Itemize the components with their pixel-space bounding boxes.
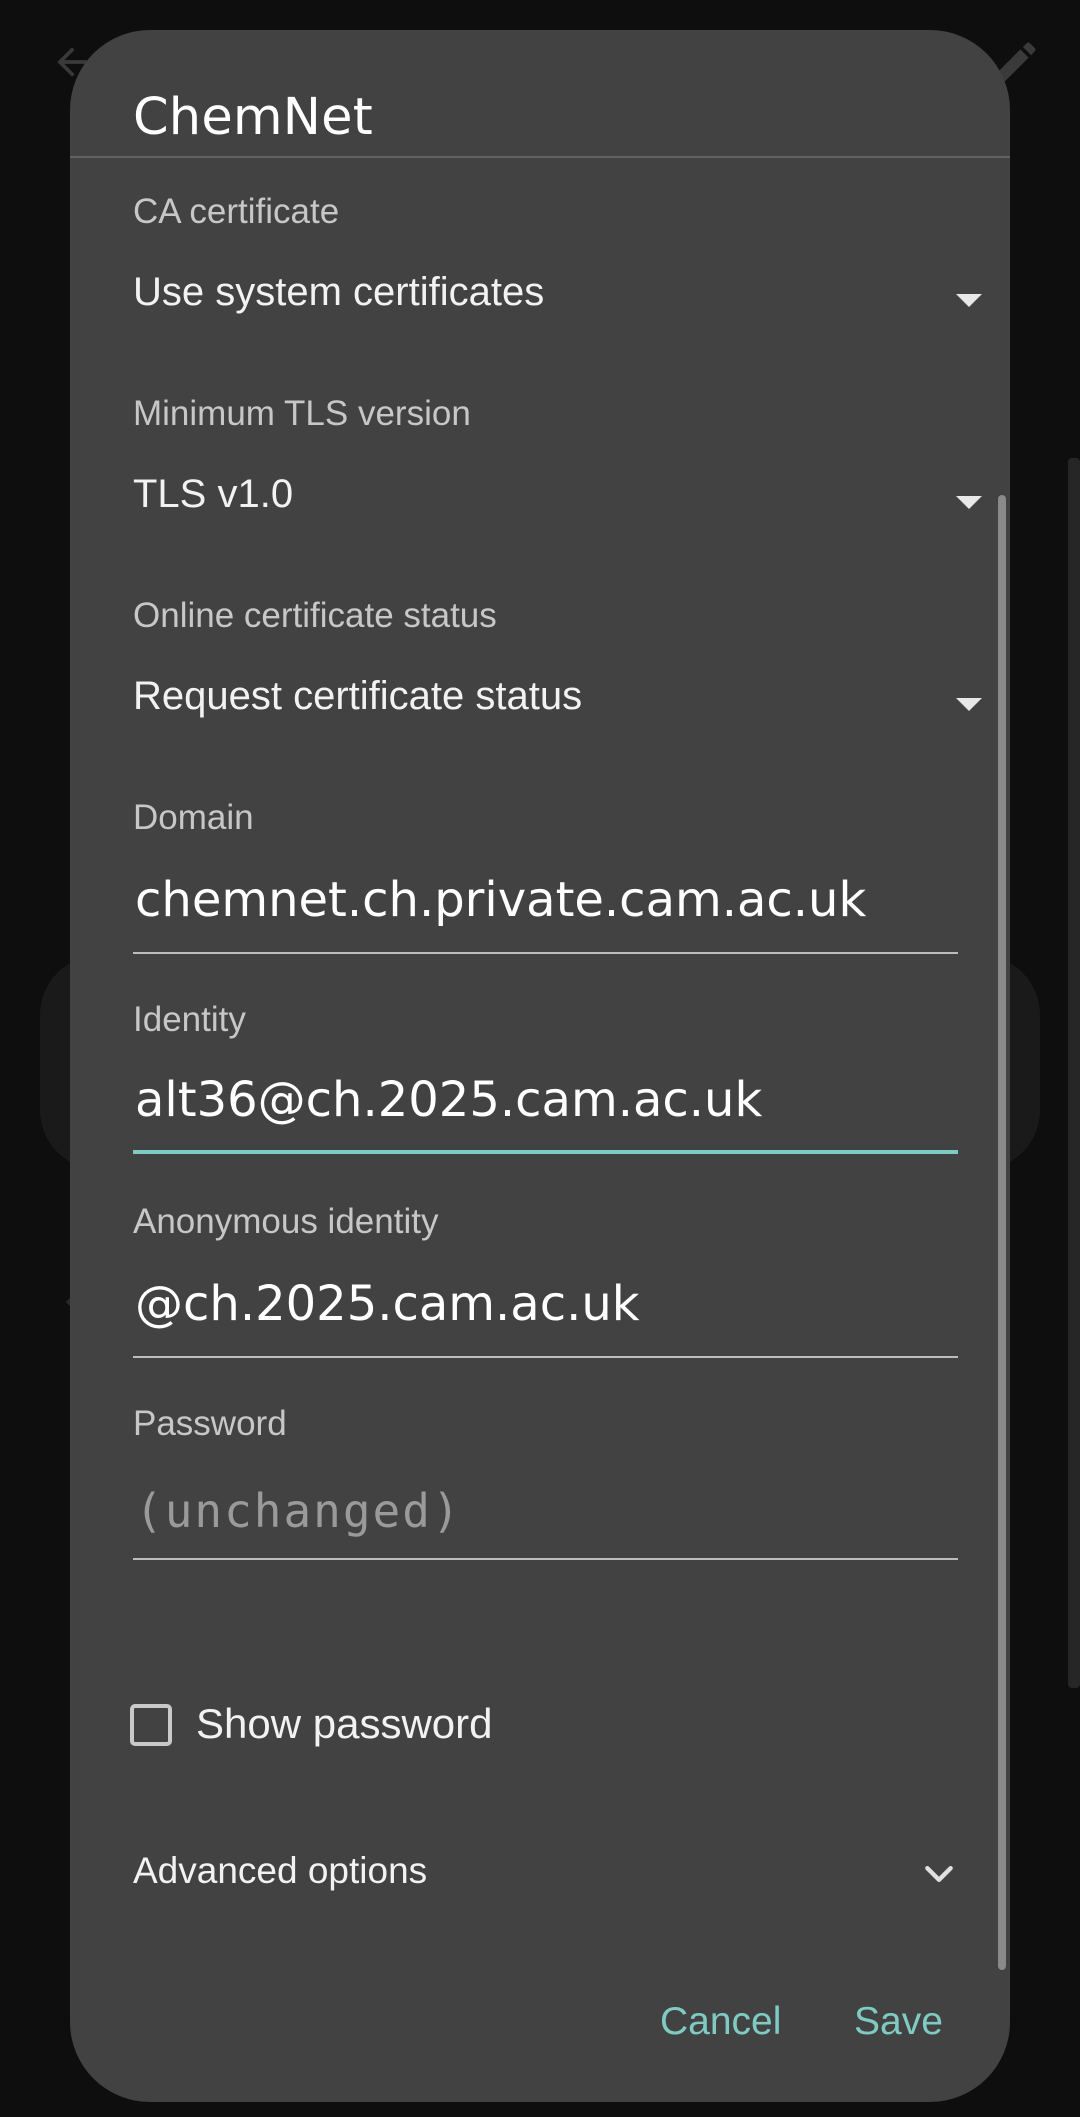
ca-certificate-dropdown[interactable]: Use system certificates xyxy=(133,258,993,338)
min-tls-value: TLS v1.0 xyxy=(133,472,294,516)
anonymous-identity-value: @ch.2025.cam.ac.uk xyxy=(135,1276,640,1332)
identity-value: alt36@ch.2025.cam.ac.uk xyxy=(135,1072,763,1128)
dialog-scrollbar[interactable] xyxy=(998,495,1006,1970)
checkbox-icon[interactable] xyxy=(130,1704,172,1746)
input-underline xyxy=(133,1558,958,1560)
show-password-label: Show password xyxy=(196,1700,493,1747)
ocsp-dropdown[interactable]: Request certificate status xyxy=(133,662,993,742)
dropdown-arrow-icon xyxy=(956,496,982,509)
input-underline xyxy=(133,952,958,954)
domain-value: chemnet.ch.private.cam.ac.uk xyxy=(135,872,867,928)
domain-label: Domain xyxy=(133,798,254,837)
save-button[interactable]: Save xyxy=(854,2000,943,2044)
anonymous-identity-label: Anonymous identity xyxy=(133,1202,439,1241)
advanced-options-toggle[interactable]: Advanced options xyxy=(133,1834,963,1914)
advanced-options-label: Advanced options xyxy=(133,1850,428,1891)
ca-certificate-label: CA certificate xyxy=(133,192,340,231)
password-placeholder: (unchanged) xyxy=(135,1484,462,1538)
min-tls-label: Minimum TLS version xyxy=(133,394,471,433)
anonymous-identity-input[interactable]: @ch.2025.cam.ac.uk xyxy=(133,1268,958,1358)
identity-input[interactable]: alt36@ch.2025.cam.ac.uk xyxy=(133,1064,958,1154)
dropdown-arrow-icon xyxy=(956,294,982,307)
password-label: Password xyxy=(133,1404,287,1443)
dialog-content[interactable]: CA certificate Use system certificates M… xyxy=(70,158,1010,1958)
dialog-title: ChemNet xyxy=(133,88,373,147)
identity-label: Identity xyxy=(133,1000,246,1039)
ca-certificate-value: Use system certificates xyxy=(133,270,545,314)
cancel-button[interactable]: Cancel xyxy=(660,2000,781,2044)
dropdown-arrow-icon xyxy=(956,698,982,711)
ocsp-label: Online certificate status xyxy=(133,596,497,635)
wifi-config-dialog: ChemNet CA certificate Use system certif… xyxy=(70,30,1010,2102)
password-input[interactable]: (unchanged) xyxy=(133,1470,958,1560)
background-scrollbar xyxy=(1068,458,1080,1688)
ocsp-value: Request certificate status xyxy=(133,674,583,718)
chevron-down-icon xyxy=(925,1866,953,1882)
domain-input[interactable]: chemnet.ch.private.cam.ac.uk xyxy=(133,864,958,954)
input-underline-focused xyxy=(133,1150,958,1154)
input-underline xyxy=(133,1356,958,1358)
show-password-checkbox[interactable]: Show password xyxy=(130,1694,630,1764)
min-tls-dropdown[interactable]: TLS v1.0 xyxy=(133,460,993,540)
